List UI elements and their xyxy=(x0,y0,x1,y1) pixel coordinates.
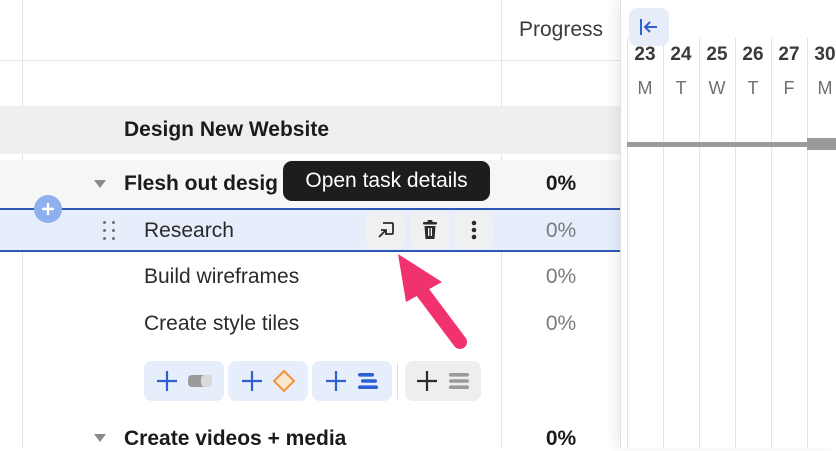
plus-icon xyxy=(417,371,437,391)
day-column xyxy=(699,38,735,448)
day-letter: F xyxy=(783,78,795,98)
collapse-caret-icon[interactable] xyxy=(94,434,106,442)
more-options-button[interactable] xyxy=(454,211,494,249)
add-subgroup-button[interactable] xyxy=(312,361,392,401)
trash-icon xyxy=(423,220,437,239)
day-column xyxy=(771,38,807,448)
add-row-button[interactable] xyxy=(34,195,62,223)
collapse-pane-button[interactable] xyxy=(629,8,669,46)
day-number: 30 xyxy=(814,44,836,65)
drag-handle-icon[interactable] xyxy=(101,219,119,241)
chip-divider xyxy=(397,363,398,399)
day-number: 24 xyxy=(670,44,692,65)
group-title[interactable]: Design New Website xyxy=(124,106,329,154)
day-number: 23 xyxy=(634,44,656,65)
add-task-icon xyxy=(188,375,212,387)
add-milestone-icon xyxy=(272,369,296,393)
add-task-button[interactable] xyxy=(144,361,224,401)
add-group-button[interactable] xyxy=(405,361,481,401)
add-subgroup-icon xyxy=(358,373,378,389)
plus-icon xyxy=(242,371,262,391)
day-number: 27 xyxy=(778,44,800,65)
day-number: 25 xyxy=(706,44,728,65)
day-column xyxy=(627,38,663,448)
day-column xyxy=(807,38,836,448)
subgroup-progress: 0% xyxy=(545,427,577,450)
subgroup-title[interactable]: Create videos + media xyxy=(124,427,346,451)
day-number: 26 xyxy=(742,44,764,65)
plus-icon xyxy=(42,203,54,215)
task-table: Progress Design New Website Flesh out de… xyxy=(0,0,620,451)
task-title[interactable]: Create style tiles xyxy=(144,312,299,336)
day-letter: T xyxy=(747,78,759,98)
delete-task-button[interactable] xyxy=(410,211,450,249)
task-title[interactable]: Research xyxy=(144,219,234,243)
tooltip: Open task details xyxy=(283,161,490,201)
collapse-left-icon xyxy=(640,19,657,35)
group-timeline-bar[interactable] xyxy=(627,142,807,147)
subgroup-title[interactable]: Flesh out desig xyxy=(124,172,278,196)
header-divider xyxy=(0,60,620,61)
group-timeline-bar-end[interactable] xyxy=(807,138,836,150)
day-letter: M xyxy=(817,78,833,98)
progress-column-header[interactable]: Progress xyxy=(502,0,620,60)
day-column xyxy=(663,38,699,448)
annotation-arrow-icon xyxy=(398,254,467,349)
task-progress: 0% xyxy=(545,265,577,288)
task-progress: 0% xyxy=(545,219,577,242)
gantt-timeline[interactable]: 23 24 25 26 27 30 M T W T F M xyxy=(620,0,836,448)
task-progress: 0% xyxy=(545,312,577,335)
day-letter: M xyxy=(637,78,653,98)
plus-icon xyxy=(157,371,177,391)
day-letter: T xyxy=(675,78,687,98)
task-title[interactable]: Build wireframes xyxy=(144,265,299,289)
add-group-icon xyxy=(449,373,469,389)
day-column xyxy=(735,38,771,448)
add-milestone-button[interactable] xyxy=(228,361,308,401)
open-details-icon xyxy=(378,222,394,238)
subgroup-progress: 0% xyxy=(545,172,577,195)
collapse-caret-icon[interactable] xyxy=(94,180,106,188)
plus-icon xyxy=(326,371,346,391)
day-letter: W xyxy=(708,78,726,98)
open-task-details-button[interactable] xyxy=(366,211,406,249)
more-vertical-icon xyxy=(471,220,477,240)
